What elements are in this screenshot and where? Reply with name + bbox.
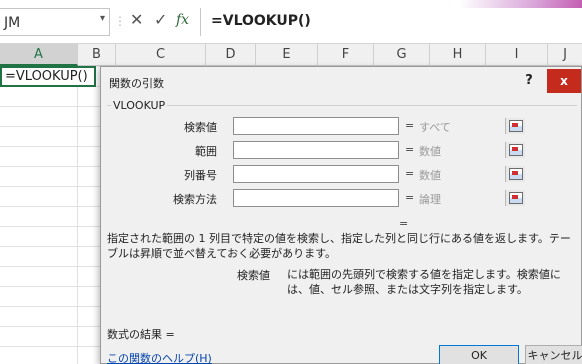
range-select-icon[interactable]: [505, 166, 525, 182]
column-a-cells[interactable]: [0, 66, 78, 364]
function-arguments-dialog: 関数の引数 ? x VLOOKUP 検索値 = すべて 範囲 = 数値 列番号 …: [100, 66, 582, 364]
column-header-a[interactable]: A: [0, 44, 78, 66]
range-select-icon[interactable]: [505, 118, 525, 134]
active-cell[interactable]: =VLOOKUP(): [0, 66, 96, 87]
column-header-j[interactable]: J: [548, 44, 582, 66]
column-header-e[interactable]: E: [256, 44, 318, 66]
column-header-g[interactable]: G: [374, 44, 430, 66]
arg-help-name: 検索値: [237, 269, 270, 282]
arg-equals: =: [405, 119, 415, 132]
formula-input[interactable]: =VLOOKUP(): [200, 8, 582, 36]
decorative-shape: [460, 0, 582, 8]
column-header-c[interactable]: C: [116, 44, 206, 66]
name-box[interactable]: JM ▾: [0, 8, 110, 36]
arg-equals: =: [405, 191, 415, 204]
close-button[interactable]: x: [547, 69, 581, 93]
formula-text: =VLOOKUP(): [211, 13, 311, 29]
column-header-h[interactable]: H: [430, 44, 486, 66]
active-cell-value: =VLOOKUP(): [5, 69, 88, 84]
arg-type-col-index: 数値: [419, 169, 441, 182]
formula-result-label: 数式の結果 =: [107, 328, 175, 341]
range-select-icon[interactable]: [505, 142, 525, 158]
arg-input-lookup-value[interactable]: [233, 117, 525, 135]
column-header-f[interactable]: F: [318, 44, 374, 66]
ok-button[interactable]: OK: [439, 345, 519, 364]
cancel-icon[interactable]: ✕: [130, 10, 143, 29]
arg-input-range-lookup[interactable]: [233, 189, 525, 207]
dialog-titlebar[interactable]: 関数の引数 ? x: [101, 67, 581, 95]
help-button[interactable]: ?: [511, 69, 547, 93]
function-result-equals: =: [399, 217, 409, 230]
formula-bar: JM ▾ ⋮ ✕ ✓ fx =VLOOKUP(): [0, 0, 582, 44]
chevron-down-icon[interactable]: ▾: [100, 13, 105, 24]
function-help-link[interactable]: この関数のヘルプ(H): [107, 350, 212, 364]
insert-function-icon[interactable]: fx: [176, 12, 189, 28]
column-header-d[interactable]: D: [206, 44, 256, 66]
function-description: 指定された範囲の 1 列目で特定の値を検索し、指定した列と同じ行にある値を返しま…: [107, 232, 571, 260]
function-name-label: VLOOKUP: [111, 99, 168, 112]
range-select-icon[interactable]: [505, 190, 525, 206]
arg-label-range-lookup: 検索方法: [173, 193, 217, 206]
column-header-i[interactable]: I: [486, 44, 548, 66]
arg-equals: =: [405, 143, 415, 156]
arg-equals: =: [405, 167, 415, 180]
arg-type-range-lookup: 論理: [419, 193, 441, 206]
arg-type-table-array: 数値: [419, 145, 441, 158]
arg-input-table-array[interactable]: [233, 141, 525, 159]
checkmark-icon[interactable]: ✓: [154, 10, 167, 29]
function-group-box: VLOOKUP 検索値 = すべて 範囲 = 数値 列番号 = 数値 検索方法 …: [107, 99, 577, 215]
name-box-value: JM: [4, 15, 21, 31]
column-header-b[interactable]: B: [78, 44, 116, 66]
arg-help-text: には範囲の先頭列で検索する値を指定します。検索値には、値、セル参照、または文字列…: [287, 268, 561, 296]
arg-type-lookup-value: すべて: [419, 121, 451, 134]
arg-label-col-index: 列番号: [184, 169, 217, 182]
arg-input-col-index[interactable]: [233, 165, 525, 183]
cancel-button[interactable]: キャンセル: [525, 345, 582, 364]
vertical-ellipsis-icon: ⋮: [114, 14, 126, 28]
dialog-title: 関数の引数: [109, 77, 164, 90]
column-header-row: A B C D E F G H I J: [0, 44, 582, 66]
arg-label-table-array: 範囲: [195, 145, 217, 158]
arg-label-lookup-value: 検索値: [184, 121, 217, 134]
